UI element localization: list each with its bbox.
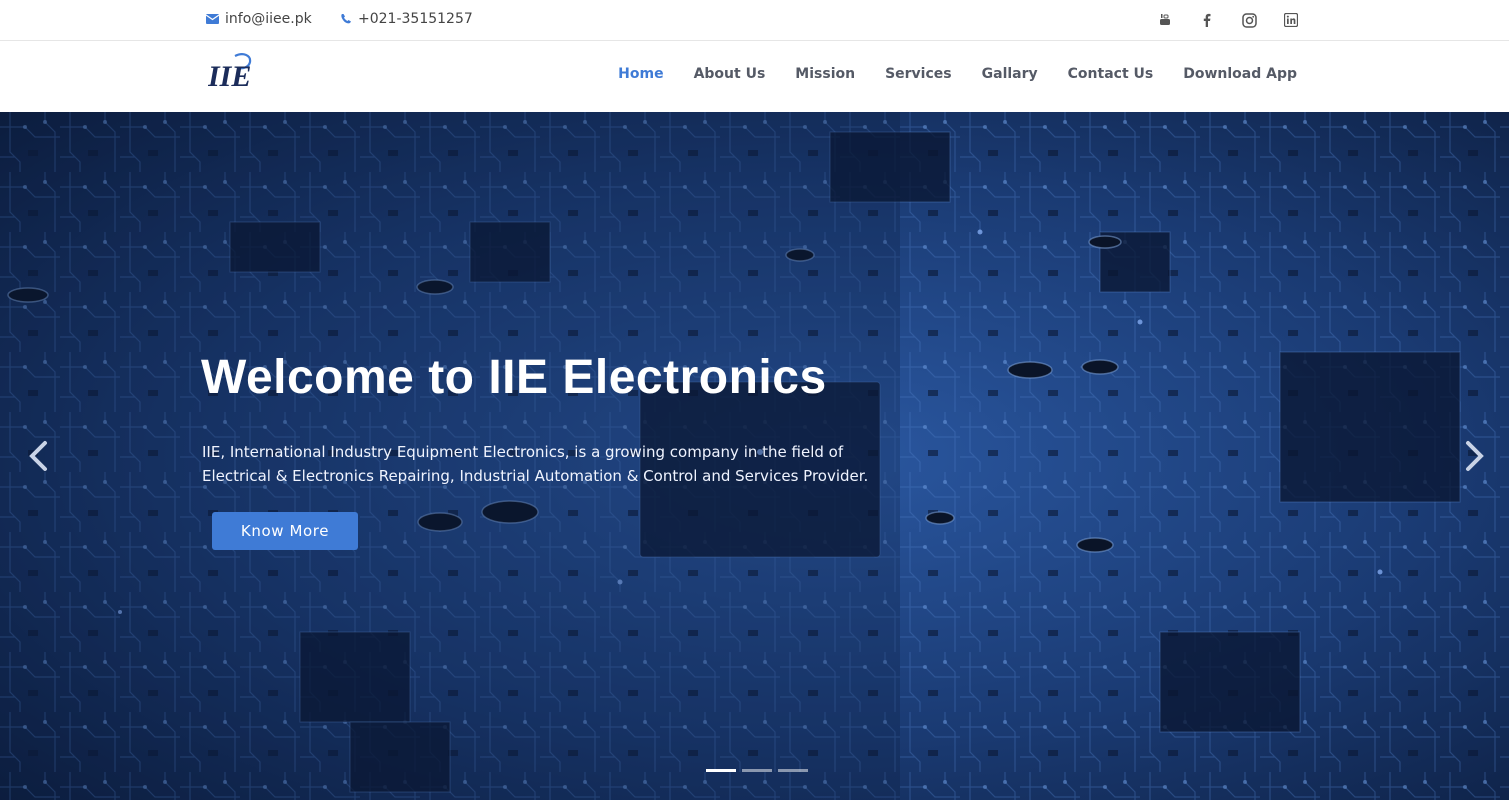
nav-contact-us[interactable]: Contact Us (1068, 66, 1154, 82)
envelope-icon (206, 14, 219, 24)
carousel-prev-arrow[interactable] (26, 440, 50, 472)
nav-about-us[interactable]: About Us (694, 66, 766, 82)
hero-description-line-1: IIE, International Industry Equipment El… (202, 443, 844, 461)
nav-services[interactable]: Services (885, 66, 952, 82)
main-header: IIE Home About Us Mission Services Galla… (0, 42, 1509, 112)
hero-carousel: Welcome to IIE Electronics IIE, Internat… (0, 112, 1509, 800)
carousel-next-arrow[interactable] (1463, 440, 1487, 472)
nav-download-app[interactable]: Download App (1183, 66, 1297, 82)
main-nav: Home About Us Mission Services Gallary C… (618, 66, 1297, 82)
chevron-left-icon (29, 441, 47, 471)
email-text: info@iiee.pk (225, 11, 312, 27)
hero-title: Welcome to IIE Electronics (201, 351, 827, 404)
youtube-icon[interactable] (1157, 12, 1173, 28)
social-links (1157, 12, 1299, 28)
phone-text: +021-35151257 (358, 11, 473, 27)
hero-description: IIE, International Industry Equipment El… (202, 440, 882, 488)
carousel-indicators (706, 769, 808, 772)
phone-icon (340, 13, 352, 25)
top-contact-bar: info@iiee.pk +021-35151257 (0, 0, 1509, 41)
nav-home[interactable]: Home (618, 66, 663, 82)
hero-description-line-2: Electrical & Electronics Repairing, Indu… (202, 467, 869, 485)
email-contact[interactable]: info@iiee.pk (206, 11, 312, 27)
carousel-indicator-2[interactable] (742, 769, 772, 772)
nav-mission[interactable]: Mission (795, 66, 855, 82)
carousel-indicator-3[interactable] (778, 769, 808, 772)
nav-gallary[interactable]: Gallary (982, 66, 1038, 82)
phone-contact[interactable]: +021-35151257 (340, 11, 473, 27)
instagram-icon[interactable] (1241, 12, 1257, 28)
chevron-right-icon (1466, 441, 1484, 471)
logo-text: IIE (208, 60, 251, 92)
carousel-indicator-1[interactable] (706, 769, 736, 772)
linkedin-icon[interactable] (1283, 12, 1299, 28)
facebook-icon[interactable] (1199, 12, 1215, 28)
iie-logo[interactable]: IIE (207, 52, 258, 93)
know-more-button[interactable]: Know More (212, 512, 358, 550)
